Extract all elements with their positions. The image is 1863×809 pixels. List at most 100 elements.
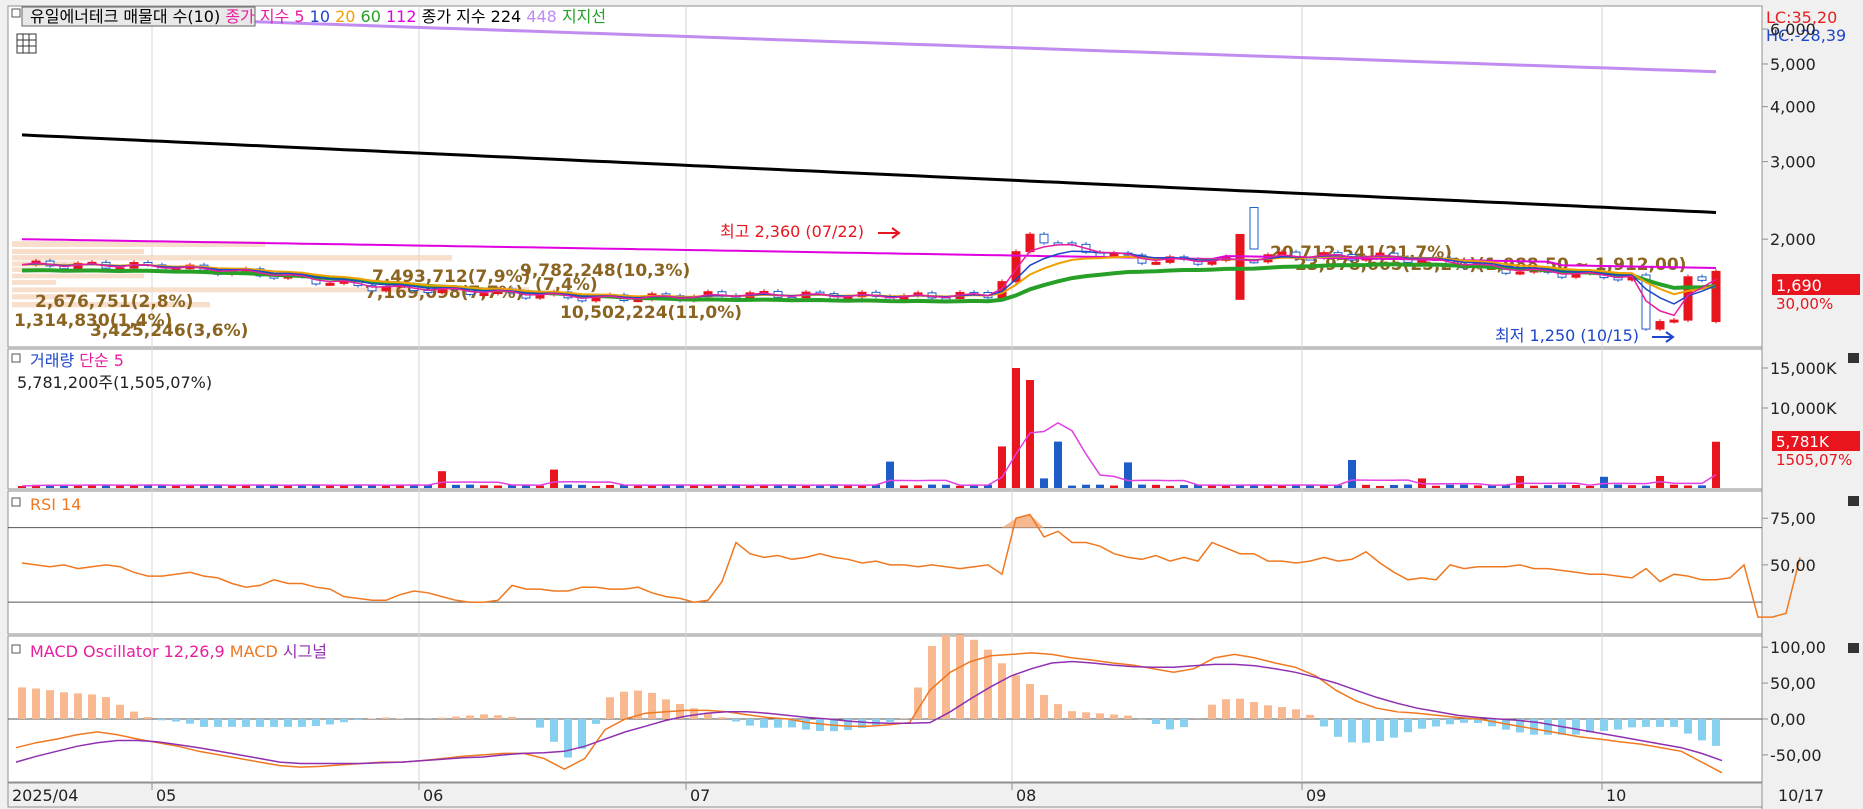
macd-osc-bar bbox=[1600, 718, 1608, 731]
legend-item[interactable]: 60 bbox=[361, 7, 386, 26]
volume-bar bbox=[914, 485, 922, 488]
macd-osc-bar bbox=[158, 718, 166, 721]
volume-bar bbox=[1628, 485, 1636, 488]
volume-bar bbox=[1362, 484, 1370, 488]
macd-osc-bar bbox=[816, 718, 824, 731]
high-price-label: 최고 2,360 (07/22) bbox=[720, 222, 864, 241]
volume-bar bbox=[1068, 485, 1076, 488]
profile-band bbox=[12, 273, 144, 279]
legend-item[interactable]: 20 bbox=[335, 7, 360, 26]
macd-osc-bar bbox=[606, 697, 614, 719]
price-legend-text[interactable]: 유일에너테크 매물대 수(10) 종가 지수 5 10 20 60 112 종가… bbox=[30, 7, 606, 26]
candle-body bbox=[479, 293, 489, 297]
macd-osc-bar bbox=[368, 718, 376, 719]
macd-osc-bar bbox=[1390, 718, 1398, 738]
legend-item[interactable]: RSI 14 bbox=[30, 495, 81, 514]
volume-bar bbox=[802, 485, 810, 488]
volume-bar bbox=[1152, 484, 1160, 488]
volume-bar bbox=[1096, 484, 1104, 488]
macd-legend[interactable]: MACD Oscillator 12,26,9 MACD 시그널 bbox=[30, 642, 327, 661]
macd-osc-bar bbox=[1684, 718, 1692, 734]
volume-bar bbox=[942, 484, 950, 488]
candle-body bbox=[1697, 276, 1707, 281]
legend-item[interactable]: 유일에너테크 매물대 수(10) bbox=[30, 7, 225, 26]
candle-body bbox=[1515, 271, 1525, 275]
macd-osc-bar bbox=[1026, 684, 1034, 719]
collapse-macd-icon[interactable] bbox=[1848, 643, 1859, 653]
collapse-rsi-icon[interactable] bbox=[1848, 496, 1859, 506]
macd-osc-bar bbox=[256, 718, 264, 727]
macd-osc-bar bbox=[172, 718, 180, 722]
legend-item[interactable]: 종가 지수 224 bbox=[422, 7, 527, 26]
macd-osc-bar bbox=[1628, 718, 1636, 728]
volume-bar bbox=[998, 446, 1006, 488]
legend-item[interactable]: 지지선 bbox=[562, 7, 606, 26]
volume-bar bbox=[1166, 485, 1174, 488]
macd-osc-bar bbox=[592, 718, 600, 724]
legend-item[interactable]: 시그널 bbox=[283, 642, 327, 661]
collapse-volume-icon[interactable] bbox=[1848, 353, 1859, 363]
macd-osc-bar bbox=[102, 697, 110, 719]
legend-item[interactable]: 10 bbox=[310, 7, 335, 26]
rsi-panel[interactable] bbox=[7, 490, 1763, 635]
volume-bar bbox=[1040, 478, 1048, 488]
candle-body bbox=[1039, 233, 1049, 244]
macd-osc-bar bbox=[928, 645, 936, 719]
macd-osc-bar bbox=[550, 718, 558, 742]
macd-tick-label: 100,00 bbox=[1770, 638, 1826, 657]
volume-tick-label: 15,000K bbox=[1770, 359, 1837, 378]
volume-bar bbox=[284, 485, 292, 488]
price-legend: 유일에너테크 매물대 수(10) 종가 지수 5 10 20 60 112 종가… bbox=[11, 6, 606, 27]
volume-bar bbox=[928, 484, 936, 488]
legend-item[interactable]: MACD bbox=[230, 642, 283, 661]
macd-osc-bar bbox=[214, 718, 222, 727]
macd-osc-bar bbox=[312, 718, 320, 726]
table-icon[interactable] bbox=[16, 33, 37, 54]
volume-bar bbox=[1474, 485, 1482, 488]
macd-osc-bar bbox=[1712, 718, 1720, 746]
rsi-legend[interactable]: RSI 14 bbox=[30, 495, 81, 514]
volume-bar bbox=[228, 485, 236, 488]
low-price-label: 최저 1,250 (10/15) bbox=[1495, 326, 1639, 345]
candle-body bbox=[325, 282, 335, 286]
volume-bar bbox=[1572, 484, 1580, 488]
profile-label: 2,676,751(2,8%) bbox=[35, 292, 193, 312]
macd-osc-bar bbox=[480, 714, 488, 719]
volume-bar bbox=[1222, 485, 1230, 488]
legend-item[interactable]: 거래량 bbox=[30, 351, 79, 370]
macd-osc-bar bbox=[1152, 718, 1160, 724]
legend-item[interactable]: 종가 지수 5 bbox=[225, 7, 309, 26]
macd-osc-bar bbox=[1698, 718, 1706, 741]
macd-osc-bar bbox=[1362, 718, 1370, 743]
macd-osc-bar bbox=[1222, 699, 1230, 719]
macd-osc-bar bbox=[326, 718, 334, 725]
macd-osc-bar bbox=[1446, 718, 1454, 725]
macd-osc-bar bbox=[1124, 715, 1132, 719]
volume-tick-label: 10,000K bbox=[1770, 399, 1837, 418]
profile-band bbox=[12, 255, 452, 261]
legend-item[interactable]: 112 bbox=[386, 7, 422, 26]
macd-osc-bar bbox=[648, 692, 656, 719]
macd-osc-bar bbox=[452, 716, 460, 719]
legend-item[interactable]: 448 bbox=[526, 7, 562, 26]
macd-osc-bar bbox=[116, 704, 124, 719]
macd-osc-bar bbox=[886, 718, 894, 722]
macd-osc-bar bbox=[1656, 718, 1664, 727]
volume-bar bbox=[1012, 368, 1020, 488]
macd-osc-bar bbox=[1082, 712, 1090, 719]
volume-bar bbox=[1642, 485, 1650, 488]
volume-legend[interactable]: 거래량 단순 5 bbox=[30, 351, 124, 370]
volume-bar bbox=[564, 484, 572, 488]
volume-bar bbox=[900, 485, 908, 488]
x-axis-right-label: 10/17 bbox=[1778, 786, 1824, 805]
legend-item[interactable]: MACD Oscillator 12,26,9 bbox=[30, 642, 230, 661]
rsi-tick-label: 50,00 bbox=[1770, 556, 1816, 575]
volume-bar bbox=[956, 485, 964, 488]
volume-bar bbox=[1348, 460, 1356, 488]
legend-item[interactable]: 단순 5 bbox=[79, 351, 124, 370]
volume-panel[interactable] bbox=[7, 348, 1763, 490]
volume-bar bbox=[1698, 485, 1706, 488]
macd-osc-bar bbox=[340, 718, 348, 723]
macd-osc-bar bbox=[284, 718, 292, 727]
macd-osc-bar bbox=[998, 663, 1006, 719]
